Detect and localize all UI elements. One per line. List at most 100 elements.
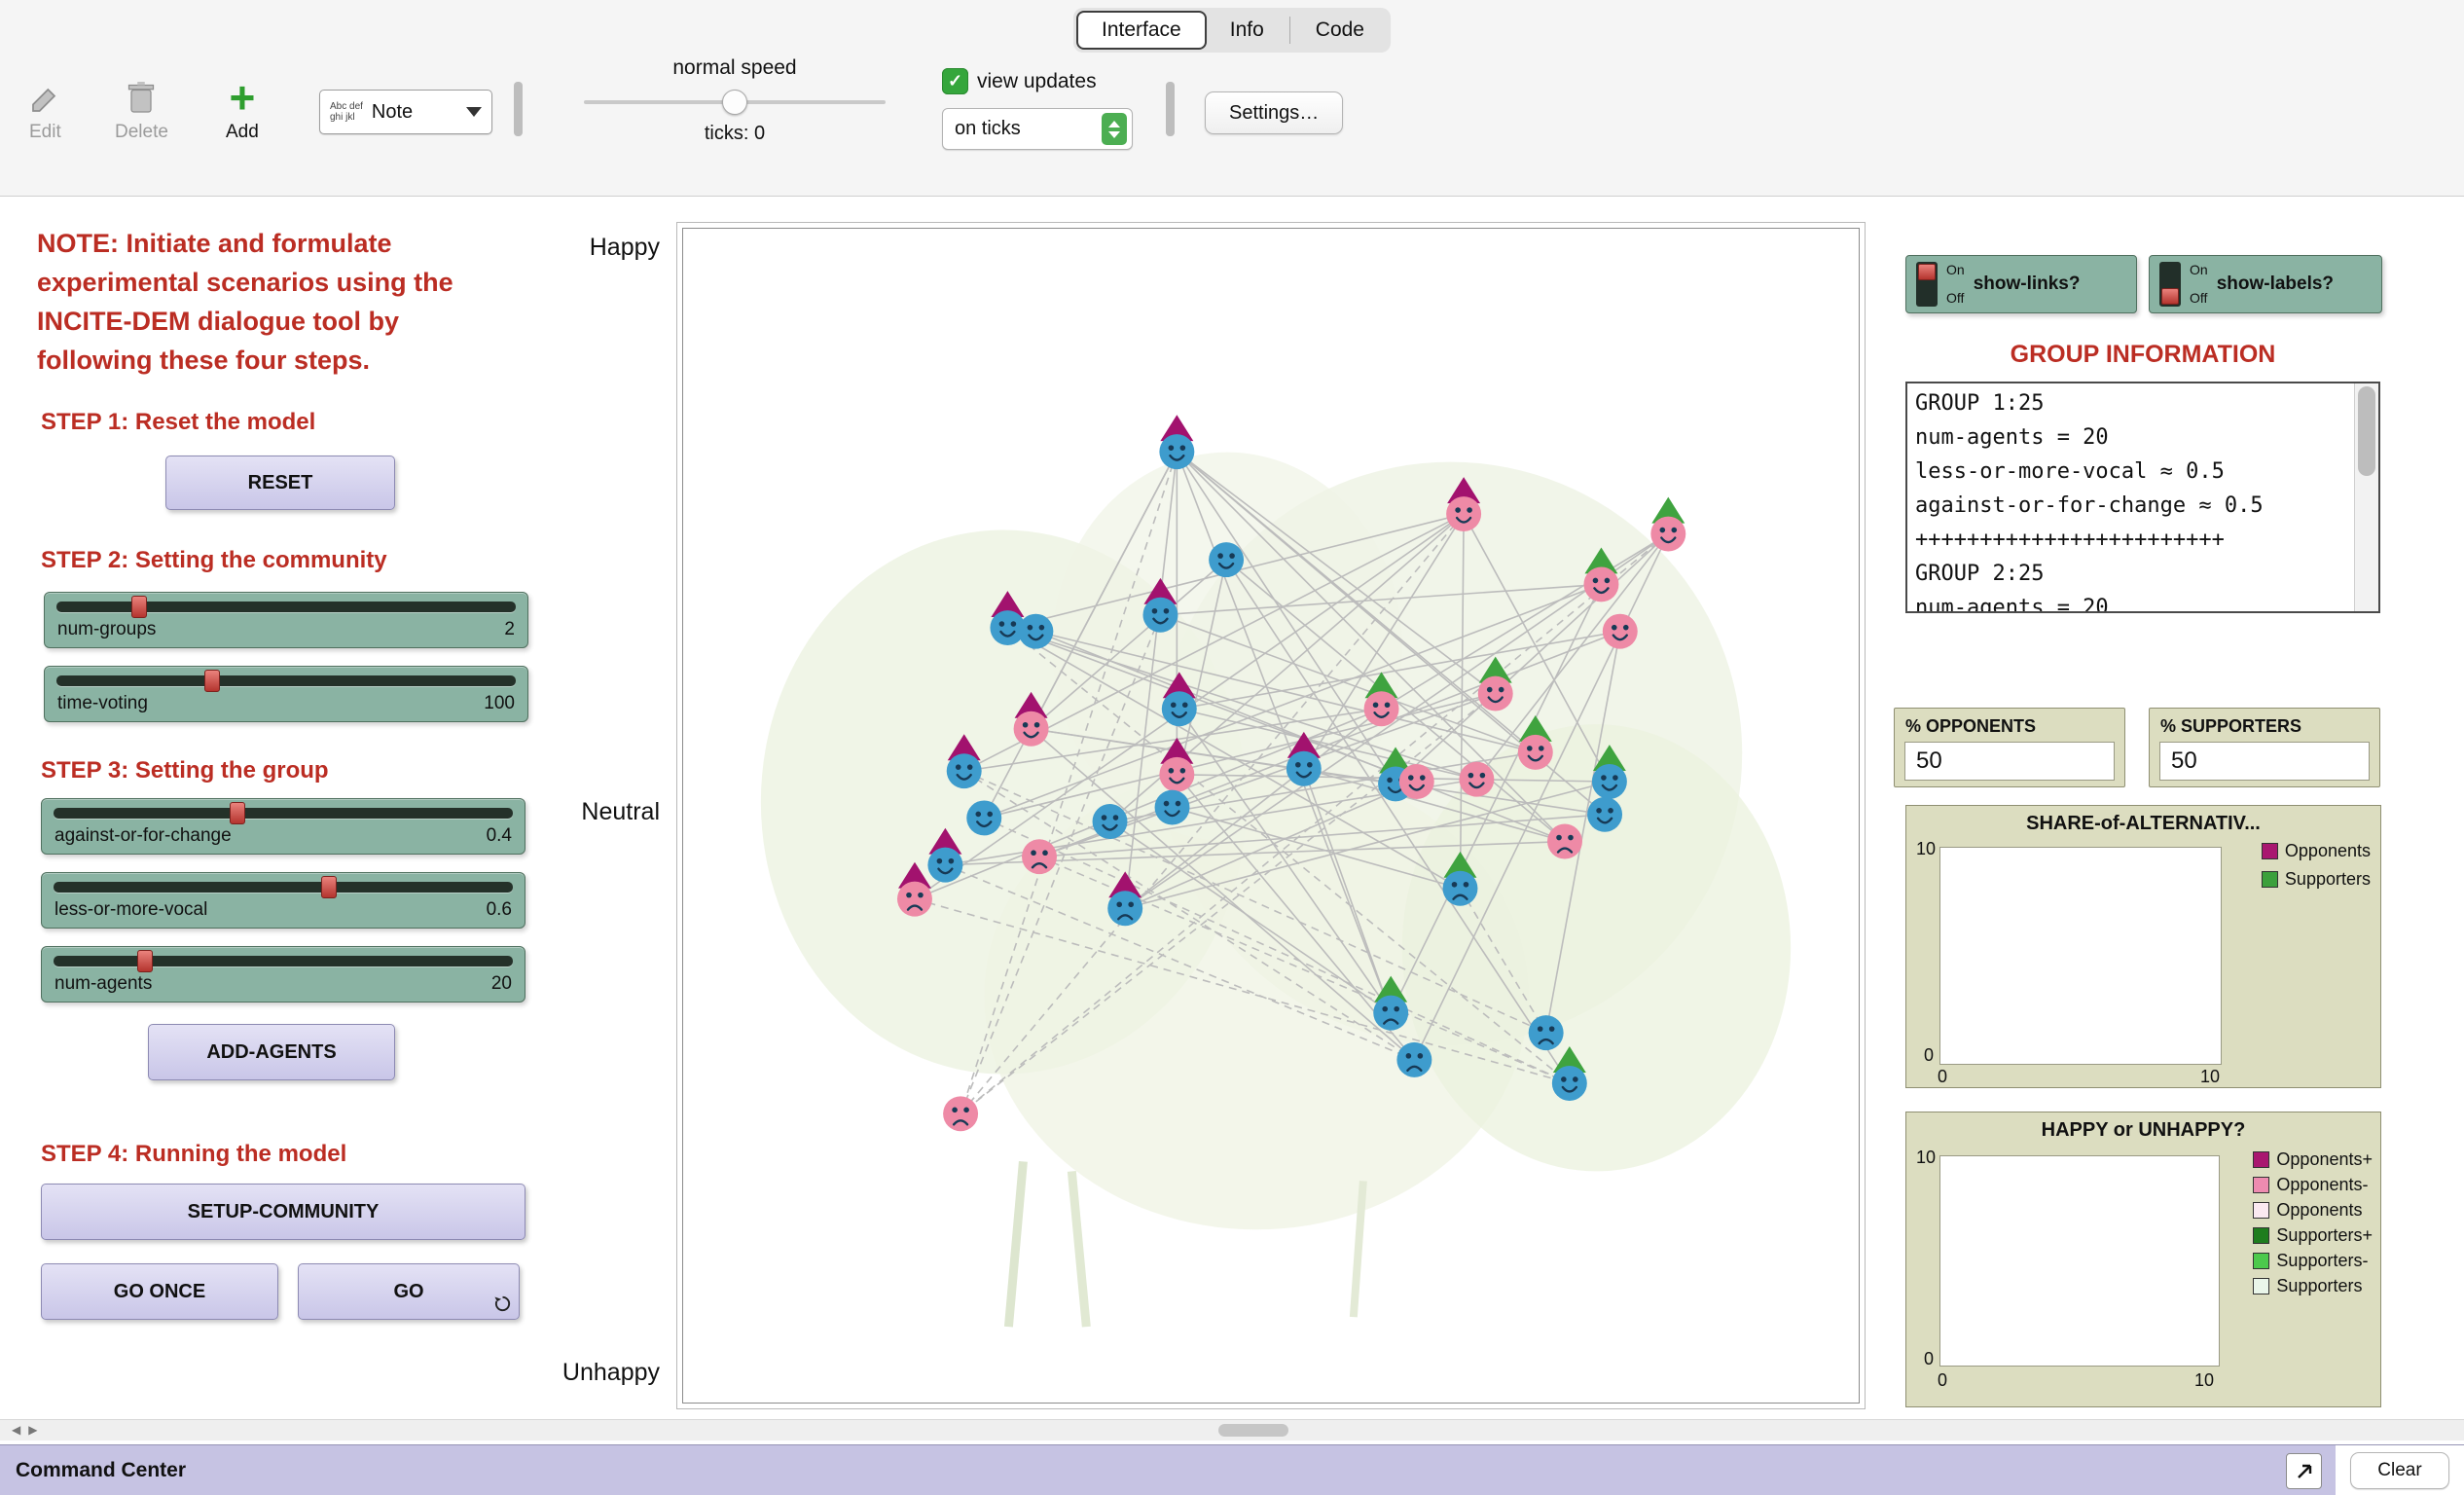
- step3-heading: STEP 3: Setting the group: [41, 757, 329, 784]
- background-stem: [1071, 1171, 1086, 1327]
- chevron-down-icon: [466, 107, 482, 117]
- against-or-for-change-slider[interactable]: against-or-for-change 0.4: [41, 798, 525, 855]
- delete-label: Delete: [115, 122, 168, 143]
- legend-item: Supporters: [2253, 1276, 2373, 1296]
- legend-label: Supporters+: [2276, 1225, 2373, 1246]
- show-labels-switch[interactable]: On Off show-labels?: [2149, 255, 2382, 313]
- stepper-icon: [1102, 113, 1127, 145]
- x-axis-max: 10: [2194, 1370, 2214, 1391]
- agent-network-canvas: [683, 229, 1859, 1403]
- slider-handle[interactable]: [204, 670, 220, 692]
- legend-swatch: [2253, 1177, 2269, 1193]
- plus-icon: +: [229, 80, 255, 115]
- slider-track[interactable]: [54, 882, 513, 893]
- tab-bar: Interface Info Code: [1073, 8, 1391, 53]
- tab-interface[interactable]: Interface: [1076, 11, 1207, 50]
- monitor-label: % OPPONENTS: [1895, 709, 2124, 739]
- switch-toggle[interactable]: [1916, 262, 1938, 307]
- legend-item: Supporters: [2262, 869, 2371, 890]
- slider-handle[interactable]: [230, 802, 245, 824]
- slider-handle[interactable]: [321, 876, 337, 898]
- time-voting-slider[interactable]: time-voting 100: [44, 666, 528, 722]
- show-links-switch[interactable]: On Off show-links?: [1905, 255, 2137, 313]
- output-line: less-or-more-vocal ≈ 0.5: [1915, 455, 2346, 489]
- less-or-more-vocal-slider[interactable]: less-or-more-vocal 0.6: [41, 872, 525, 929]
- scrollbar-arrows[interactable]: ◀▶: [12, 1423, 45, 1437]
- agent: [1159, 415, 1194, 469]
- update-mode-dropdown[interactable]: on ticks: [942, 108, 1133, 150]
- percent-opponents-monitor: % OPPONENTS 50: [1894, 708, 2125, 787]
- netlogo-window: Interface Info Code Edit Delete + Add Ab…: [0, 0, 2464, 1495]
- legend-swatch: [2262, 871, 2278, 888]
- step1-heading: STEP 1: Reset the model: [41, 409, 315, 436]
- speed-slider[interactable]: [584, 89, 886, 116]
- slider-track[interactable]: [56, 602, 516, 612]
- add-button[interactable]: + Add: [226, 74, 259, 143]
- slider-value: 100: [484, 693, 515, 714]
- add-agents-button[interactable]: ADD-AGENTS: [148, 1024, 395, 1080]
- slider-label: against-or-for-change: [54, 825, 232, 847]
- view-updates-checkbox[interactable]: ✓: [942, 68, 968, 94]
- pencil-icon: [29, 74, 60, 115]
- share-of-alternatives-plot: SHARE-of-ALTERNATIV... 10 0 0 10 Opponen…: [1905, 805, 2381, 1088]
- output-scrollbar[interactable]: [2354, 383, 2378, 611]
- reset-button[interactable]: RESET: [165, 456, 395, 510]
- num-groups-slider[interactable]: num-groups 2: [44, 592, 528, 648]
- plot-area: [1939, 847, 2222, 1065]
- axis-label-unhappy: Unhappy: [525, 1359, 660, 1387]
- scrollbar-thumb[interactable]: [1218, 1424, 1288, 1437]
- switch-knob[interactable]: [1918, 264, 1936, 280]
- legend-item: Opponents-: [2253, 1175, 2373, 1195]
- plot-legend: Opponents+ Opponents- Opponents Supporters+…: [2253, 1149, 2373, 1296]
- settings-button[interactable]: Settings…: [1205, 91, 1343, 134]
- agent: [1155, 790, 1190, 825]
- plot-area: [1939, 1155, 2220, 1367]
- go-once-button[interactable]: GO ONCE: [41, 1263, 278, 1320]
- slider-label: less-or-more-vocal: [54, 899, 207, 921]
- horizontal-scrollbar[interactable]: ◀▶: [0, 1419, 2464, 1440]
- x-axis-min: 0: [1938, 1067, 1947, 1087]
- note-widget-icon: Abc def ghi jkl: [330, 101, 363, 123]
- slider-track[interactable]: [54, 956, 513, 966]
- switch-toggle[interactable]: [2159, 262, 2181, 307]
- happy-or-unhappy-plot: HAPPY or UNHAPPY? 10 0 0 10 Opponents+Op…: [1905, 1112, 2381, 1407]
- check-icon: ✓: [948, 71, 962, 91]
- slider-track[interactable]: [56, 675, 516, 686]
- slider-handle[interactable]: [131, 596, 147, 618]
- speed-label: normal speed: [584, 56, 886, 80]
- tab-code[interactable]: Code: [1292, 13, 1388, 48]
- widget-type-value: Note: [372, 101, 413, 124]
- legend-label: Opponents-: [2276, 1175, 2368, 1195]
- y-axis-max: 10: [1916, 1148, 1936, 1168]
- num-agents-slider[interactable]: num-agents 20: [41, 946, 525, 1003]
- setup-community-button[interactable]: SETUP-COMMUNITY: [41, 1184, 525, 1240]
- agent: [1018, 614, 1053, 649]
- detach-arrow-button[interactable]: [2286, 1453, 2322, 1489]
- x-axis-min: 0: [1938, 1370, 1947, 1391]
- tab-info[interactable]: Info: [1207, 13, 1287, 48]
- widget-type-dropdown[interactable]: Abc def ghi jkl Note: [319, 90, 492, 134]
- go-button[interactable]: GO: [298, 1263, 520, 1320]
- switch-knob[interactable]: [2161, 288, 2179, 305]
- switch-onoff-labels: On Off: [2190, 263, 2208, 306]
- delete-button[interactable]: Delete: [115, 74, 168, 143]
- edit-button[interactable]: Edit: [29, 74, 61, 143]
- tab-divider: [1289, 17, 1290, 44]
- slider-value: 20: [491, 973, 512, 995]
- clear-button[interactable]: Clear: [2350, 1452, 2448, 1489]
- scrollbar-thumb[interactable]: [2358, 386, 2375, 476]
- legend-label: Opponents: [2276, 1200, 2362, 1221]
- speed-slider-thumb[interactable]: [722, 90, 747, 115]
- slider-handle[interactable]: [137, 950, 153, 972]
- legend-item: Opponents+: [2253, 1149, 2373, 1170]
- y-axis-min: 0: [1924, 1045, 1934, 1066]
- update-mode-value: on ticks: [955, 118, 1021, 140]
- slider-label: num-groups: [57, 619, 156, 640]
- output-line: against-or-for-change ≈ 0.5: [1915, 489, 2346, 523]
- plot-title: HAPPY or UNHAPPY?: [1906, 1112, 2380, 1142]
- slider-track[interactable]: [54, 808, 513, 819]
- legend-swatch: [2262, 843, 2278, 859]
- world-view[interactable]: [682, 228, 1860, 1404]
- step2-heading: STEP 2: Setting the community: [41, 547, 387, 574]
- legend-item: Supporters-: [2253, 1251, 2373, 1271]
